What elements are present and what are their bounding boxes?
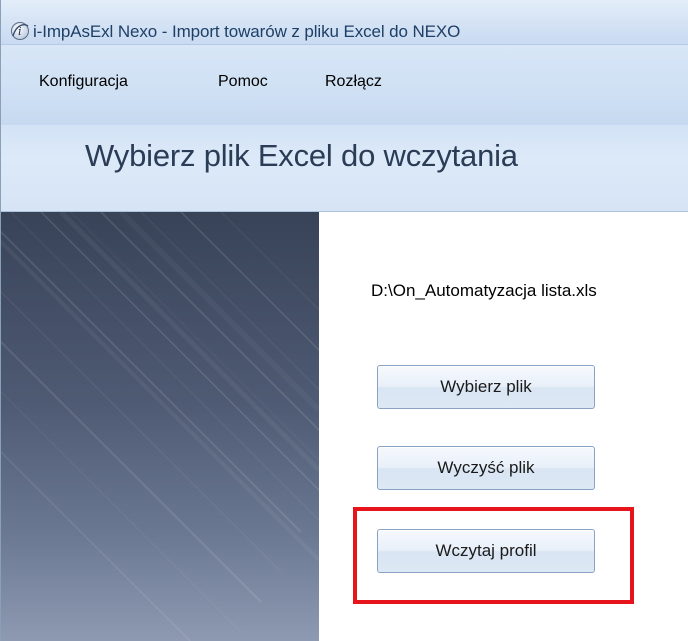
title-bar: i i-ImpAsExl Nexo - Import towarów z pli… <box>1 0 688 45</box>
svg-text:i: i <box>18 25 22 38</box>
clear-file-button[interactable]: Wyczyść plik <box>377 446 595 490</box>
choose-file-button[interactable]: Wybierz plik <box>377 365 595 409</box>
menu-item-rozlacz[interactable]: Rozłącz <box>323 73 384 91</box>
page-header: Wybierz plik Excel do wczytania <box>1 125 688 212</box>
app-logo-icon: i <box>11 22 29 40</box>
side-panel-streaks <box>1 212 319 641</box>
window-title: i-ImpAsExl Nexo - Import towarów z pliku… <box>33 22 461 41</box>
application-window: i i-ImpAsExl Nexo - Import towarów z pli… <box>0 0 688 641</box>
menu-item-pomoc[interactable]: Pomoc <box>216 73 270 91</box>
menu-item-konfiguracja[interactable]: Konfiguracja <box>37 73 130 91</box>
highlight-annotation-box <box>353 507 634 604</box>
page-title: Wybierz plik Excel do wczytania <box>85 138 518 173</box>
menu-bar: Konfiguracja Pomoc Rozłącz <box>1 45 688 125</box>
decorative-side-panel <box>1 212 319 641</box>
selected-file-path: D:\On_Automatyzacja lista.xls <box>371 281 597 300</box>
